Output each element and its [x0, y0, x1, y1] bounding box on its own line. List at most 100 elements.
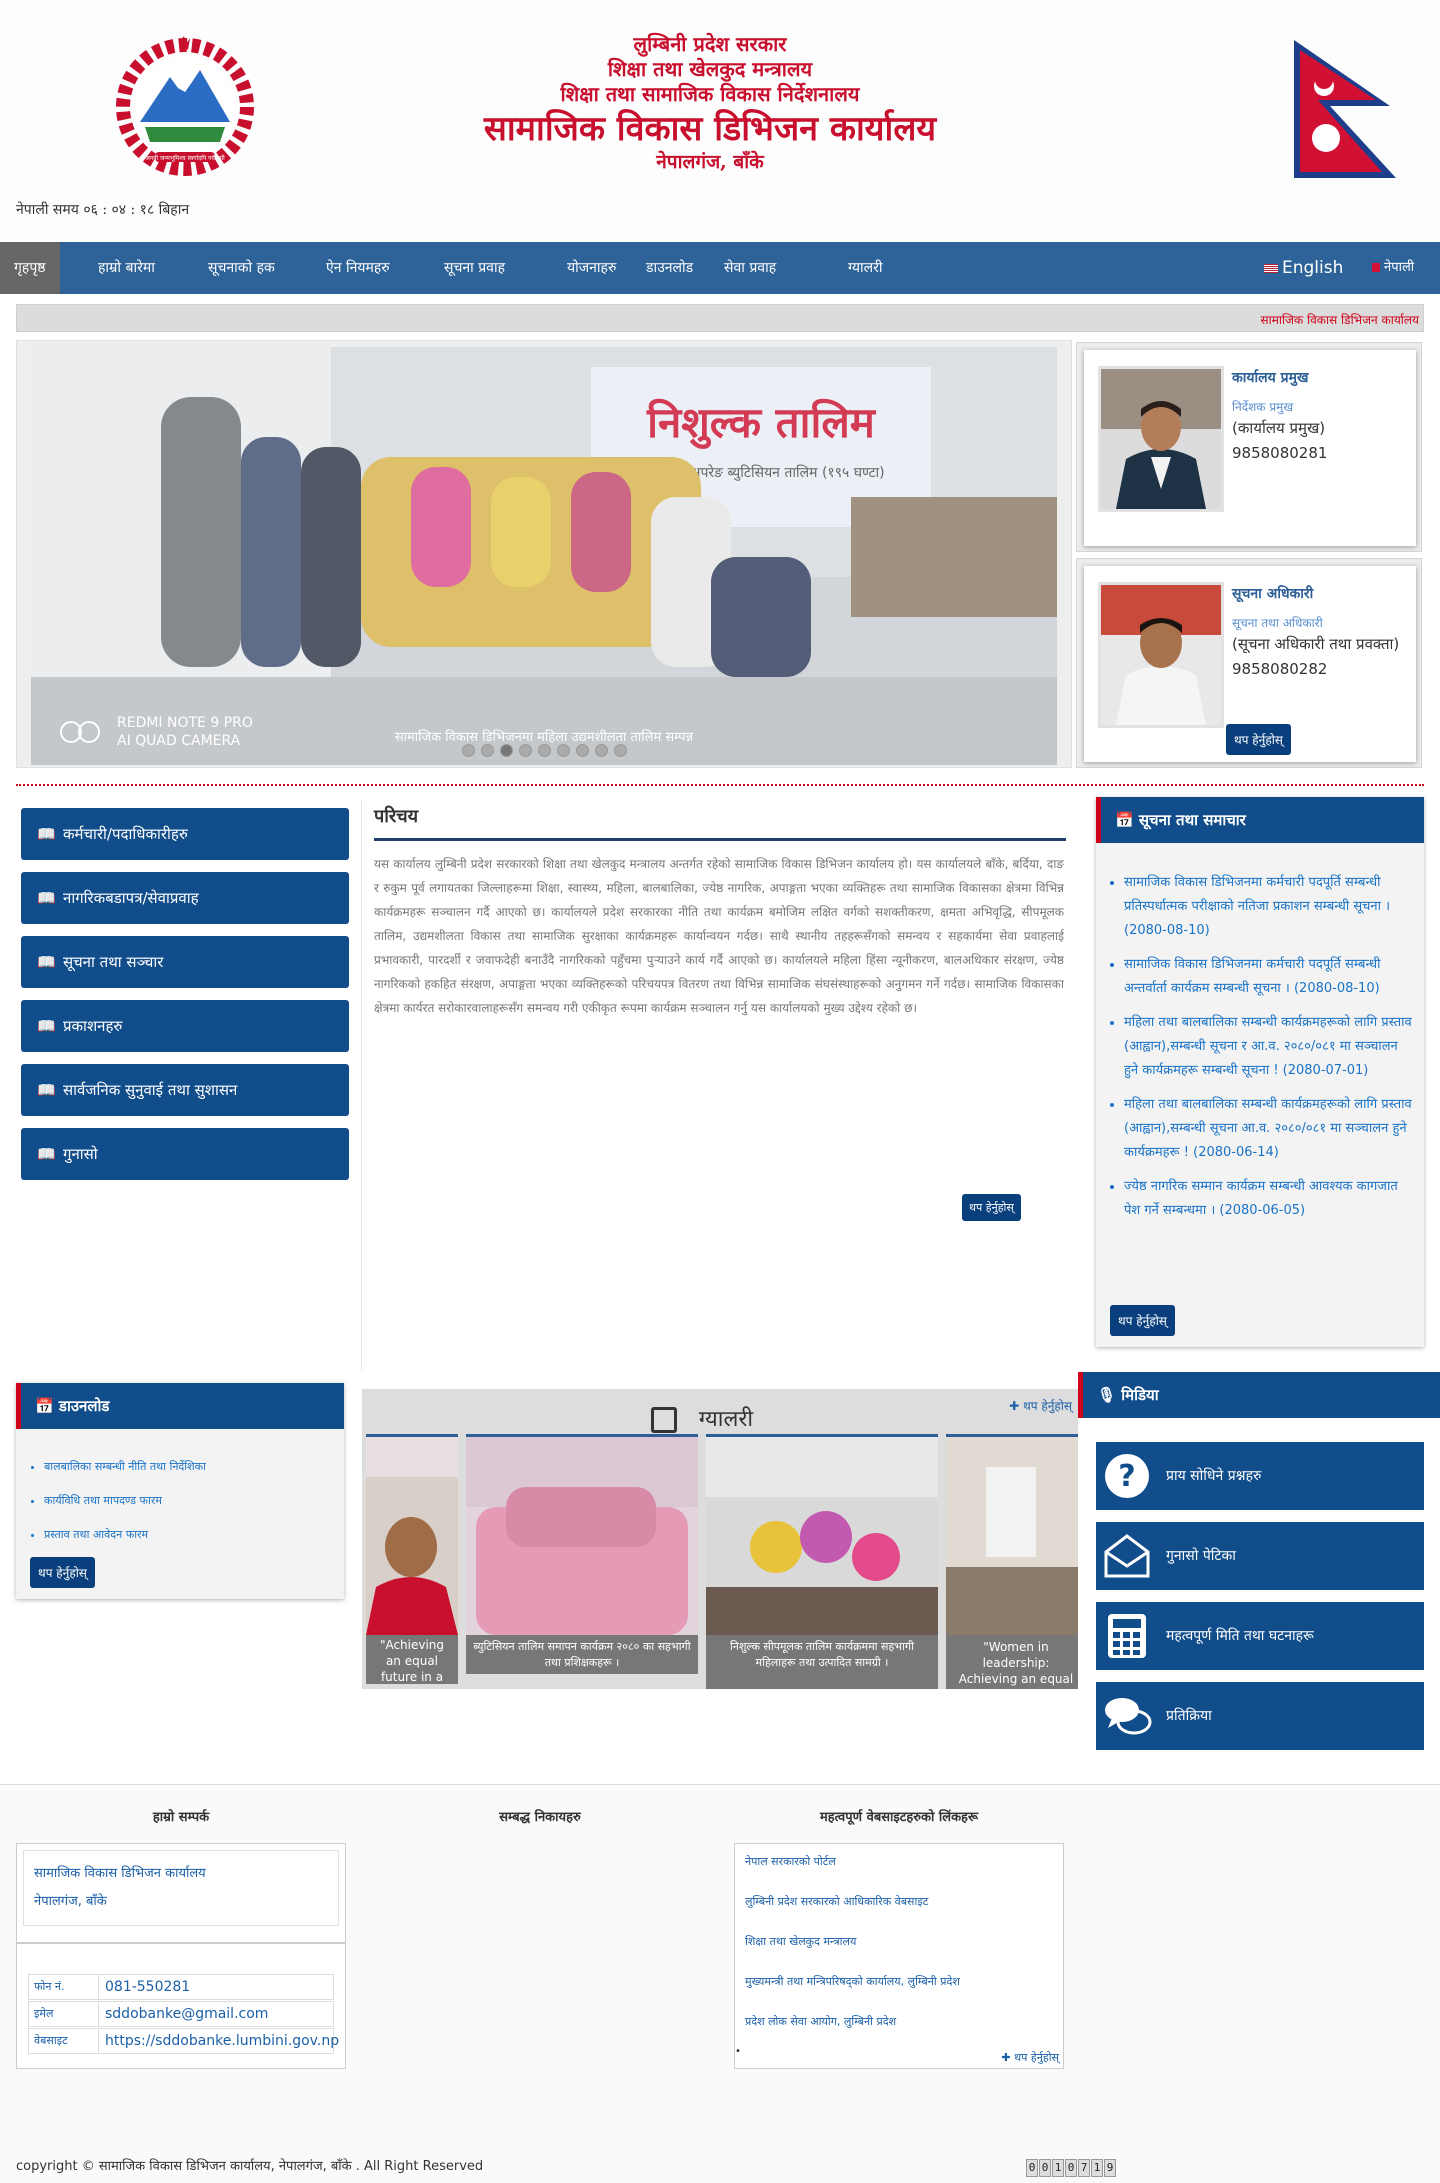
gallery-caption: निशुल्क सीपमूलक तालिम कार्यक्रममा सहभागी… [730, 1640, 914, 1669]
complaint-box-button[interactable]: गुनासो पेटिका [1096, 1522, 1424, 1590]
slider-dot[interactable] [480, 744, 494, 757]
nav-about[interactable]: हाम्रो बारेमा [84, 242, 169, 294]
book-icon: 📖 [37, 1145, 56, 1163]
contact-website[interactable]: https://sddobanke.lumbini.gov.np [105, 2029, 339, 2053]
nav-downloads[interactable]: डाउनलोड [632, 242, 707, 294]
question-icon: ? [1102, 1452, 1152, 1500]
feedback-button[interactable]: प्रतिक्रिया [1096, 1682, 1424, 1750]
media-panel-header: 🎙 मिडिया [1078, 1372, 1440, 1418]
official-card-info-officer: सूचना अधिकारी सूचना तथा अधिकारी (सूचना अ… [1076, 558, 1422, 768]
left-menu-label: सार्वजनिक सुनुवाई तथा सुशासन [63, 1081, 238, 1099]
left-menu-label: गुनासो [63, 1145, 98, 1163]
slide-image[interactable]: निशुल्क तालिम २१ महिले अपरेङ ब्युटिसियन … [31, 347, 1057, 765]
important-dates-button[interactable]: महत्वपूर्ण मिति तथा घटनाहरू [1096, 1602, 1424, 1670]
nav-home[interactable]: गृहपृष्ठ [0, 242, 60, 294]
download-item[interactable]: प्रस्ताव तथा आवेदन फारम [44, 1523, 334, 1547]
news-ticker[interactable]: सामाजिक विकास डिभिजन कार्यालय [16, 304, 1424, 332]
nav-projects[interactable]: योजनाहरु [553, 242, 630, 294]
gallery-more-link[interactable]: ✚ थप हेर्नुहोस् [1009, 1397, 1072, 1414]
officials-more-button[interactable]: थप हेर्नुहोस् [1226, 724, 1291, 755]
gallery-photo [466, 1437, 698, 1635]
left-menu-staff[interactable]: 📖 कर्मचारी/पदाधिकारीहरु [21, 808, 349, 860]
media-panel-title: मिडिया [1121, 1386, 1159, 1404]
directorate-name: शिक्षा तथा सामाजिक विकास निर्देशनालय [560, 82, 860, 106]
gallery-card[interactable]: "Women in leadership: Achieving an equal… [946, 1434, 1078, 1689]
svg-text:?: ? [1118, 1459, 1135, 1494]
footer-link[interactable]: प्रदेश लोक सेवा आयोग, लुम्बिनी प्रदेश [745, 2014, 896, 2029]
gallery-caption: ब्युटिसियन तालिम समापन कार्यक्रम २०८० का… [473, 1640, 691, 1669]
chief-post: निर्देशक प्रमुख [1232, 400, 1294, 414]
slider-dot[interactable] [575, 744, 589, 757]
list-bullet: • [735, 2046, 741, 2057]
envelope-open-icon [1102, 1532, 1152, 1580]
notice-item[interactable]: ज्येष्ठ नागरिक सम्मान कार्यक्रम सम्बन्धी… [1124, 1175, 1414, 1223]
contact-row-email: इमेल sddobanke@gmail.com [28, 2001, 334, 2027]
image-icon [650, 1407, 677, 1433]
slider-dot[interactable] [537, 744, 551, 757]
left-menu-public-hearing[interactable]: 📖 सार्वजनिक सुनुवाई तथा सुशासन [21, 1064, 349, 1116]
footer-link[interactable]: मुख्यमन्त्री तथा मन्त्रिपरिषद्को कार्याल… [745, 1974, 960, 1989]
chief-photo [1098, 366, 1224, 512]
slider-dot[interactable] [594, 744, 608, 757]
slider-dot[interactable] [461, 744, 475, 757]
slider-dot[interactable] [518, 744, 532, 757]
counter-digit: 0 [1026, 2159, 1038, 2177]
left-menu-publications[interactable]: 📖 प्रकाशनहरु [21, 1000, 349, 1052]
gallery-card[interactable]: निशुल्क सीपमूलक तालिम कार्यक्रममा सहभागी… [706, 1434, 938, 1689]
slider-pagination [31, 742, 1057, 761]
site-header: जननी जन्मभूमिश्च स्वर्गादपि गरीयसी लुम्ब… [0, 0, 1440, 240]
gallery-card[interactable]: "Achieving an equal future in a COVID-19… [366, 1434, 458, 1684]
nav-acts-rules[interactable]: ऐन नियमहरु [312, 242, 404, 294]
lang-nepali-link[interactable]: नेपाली [1372, 242, 1414, 294]
calculator-icon [1102, 1612, 1152, 1660]
notice-item[interactable]: सामाजिक विकास डिभिजनमा कर्मचारी पदपूर्ति… [1124, 953, 1414, 1001]
nav-service-delivery[interactable]: सेवा प्रवाह [710, 242, 790, 294]
microphone-icon: 🎙 [1097, 1386, 1117, 1404]
intro-more-button[interactable]: थप हेर्नुहोस् [962, 1194, 1021, 1221]
book-icon: 📖 [37, 1017, 56, 1035]
notice-item[interactable]: महिला तथा बालबालिका सम्बन्धी कार्यक्रमहर… [1124, 1011, 1414, 1083]
download-item[interactable]: कार्यविधि तथा मापदण्ड फारम [44, 1489, 334, 1513]
notice-item[interactable]: महिला तथा बालबालिका सम्बन्धी कार्यक्रमहर… [1124, 1093, 1414, 1165]
download-more-button[interactable]: थप हेर्नुहोस् [30, 1557, 95, 1588]
nav-right-to-info[interactable]: सूचनाको हक [194, 242, 289, 294]
footer-link[interactable]: नेपाल सरकारको पोर्टल [745, 1854, 836, 1869]
office-location: नेपालगंज, बाँके [656, 151, 764, 173]
slider-dot[interactable] [499, 744, 513, 757]
footer-link[interactable]: लुम्बिनी प्रदेश सरकारको आधिकारिक वेबसाइट [745, 1894, 928, 1909]
gallery-heading: ग्यालरी [362, 1403, 1042, 1433]
left-menu-communication[interactable]: 📖 सूचना तथा सञ्चार [21, 936, 349, 988]
left-menu-complaint[interactable]: 📖 गुनासो [21, 1128, 349, 1180]
nav-gallery[interactable]: ग्यालरी [834, 242, 897, 294]
gallery-card[interactable]: ब्युटिसियन तालिम समापन कार्यक्रम २०८० का… [466, 1434, 698, 1674]
notice-more-button[interactable]: थप हेर्नुहोस् [1110, 1305, 1175, 1336]
notice-list: सामाजिक विकास डिभिजनमा कर्मचारी पदपूर्ति… [1124, 871, 1414, 1233]
gallery-caption: "Women in leadership: Achieving an equal… [954, 1640, 1078, 1689]
office-title-block: लुम्बिनी प्रदेश सरकार शिक्षा तथा खेलकुद … [380, 32, 1040, 173]
contact-phone[interactable]: 081-550281 [105, 1975, 190, 1999]
contact-row-website: वेबसाइट https://sddobanke.lumbini.gov.np [28, 2028, 339, 2054]
book-icon: 📖 [37, 953, 56, 971]
left-menu-citizen-charter[interactable]: 📖 नागरिकबडापत्र/सेवाप्रवाह [21, 872, 349, 924]
nepal-flag-image [1290, 38, 1402, 183]
nav-info-flow[interactable]: सूचना प्रवाह [430, 242, 519, 294]
left-menu-label: सूचना तथा सञ्चार [63, 953, 164, 971]
lang-english-link[interactable]: English [1264, 242, 1343, 294]
emblem-motto: जननी जन्मभूमिश्च स्वर्गादपि गरीयसी [145, 154, 225, 162]
ticker-text[interactable]: सामाजिक विकास डिभिजन कार्यालय [1260, 311, 1419, 328]
notice-item[interactable]: सामाजिक विकास डिभिजनमा कर्मचारी पदपूर्ति… [1124, 871, 1414, 943]
slider-dot[interactable] [556, 744, 570, 757]
left-menu-label: कर्मचारी/पदाधिकारीहरु [63, 825, 188, 843]
footer-links-more[interactable]: ✚ थप हेर्नुहोस् [1001, 2050, 1059, 2065]
download-panel-title: डाउनलोड [58, 1397, 110, 1415]
slider-dot[interactable] [613, 744, 627, 757]
faq-button[interactable]: ? प्राय सोधिने प्रश्नहरु [1096, 1442, 1424, 1510]
province-name: लुम्बिनी प्रदेश सरकार [633, 32, 787, 56]
download-item[interactable]: बालबालिका सम्बन्धी नीति तथा निर्देशिका [44, 1455, 334, 1479]
contact-email[interactable]: sddobanke@gmail.com [105, 2002, 268, 2026]
chief-phone: 9858080281 [1232, 444, 1328, 462]
us-flag-icon [1264, 263, 1278, 273]
footer-link[interactable]: शिक्षा तथा खेलकुद मन्त्रालय [745, 1934, 856, 1949]
plus-icon: ✚ [1009, 1399, 1020, 1413]
info-officer-post: सूचना तथा अधिकारी [1232, 616, 1323, 630]
